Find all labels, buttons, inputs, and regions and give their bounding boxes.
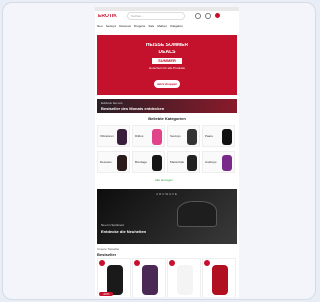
product-card[interactable] (167, 258, 201, 297)
category-label: Bondage (135, 160, 148, 164)
show-all-link[interactable]: Alle anzeigen (155, 179, 173, 182)
category-label: Sextoys (170, 134, 181, 138)
promo-kicker: Exklusiv bei uns (101, 102, 123, 105)
product-card[interactable] (132, 258, 166, 297)
banner-product-image (177, 201, 217, 227)
cart-icon[interactable] (215, 13, 220, 18)
hero-title: HEISSE SOMMER (145, 43, 189, 48)
coupon-code: SUMMER (152, 58, 182, 64)
category-tile[interactable]: Analtoys (202, 151, 235, 173)
category-tile[interactable]: Dildos (132, 125, 165, 147)
hero-cta-button[interactable]: Jetzt shoppen (154, 80, 180, 88)
search-input[interactable]: Suchen... (127, 12, 185, 20)
discount-badge: -20% (99, 292, 113, 296)
product-card[interactable]: -20% (97, 258, 131, 297)
nav-item[interactable]: Marken (157, 25, 167, 28)
category-image (222, 129, 232, 145)
category-tile[interactable]: Masturbator (167, 151, 200, 173)
bestseller-title: Bestseller (97, 253, 117, 257)
product-image (107, 265, 123, 295)
hero-title-line2: DEALS (158, 50, 176, 55)
category-tile[interactable]: Bondage (132, 151, 165, 173)
category-label: Dildos (135, 134, 144, 138)
brand-banner[interactable]: ARCWAVE Neu im Sortiment Entdecke die Ne… (97, 189, 237, 244)
product-image (212, 265, 228, 295)
category-image (152, 129, 162, 145)
nav-item[interactable]: Dessous (119, 25, 131, 28)
category-label: Vibratoren (100, 134, 114, 138)
nav-item[interactable]: Ratgeber (170, 25, 182, 28)
banner-brand: ARCWAVE (156, 193, 178, 196)
favorite-icon[interactable] (169, 260, 175, 266)
banner-kicker: Neu im Sortiment (101, 224, 125, 227)
promo-strip[interactable]: Exklusiv bei uns Bestseller des Monats e… (97, 99, 237, 113)
hero-banner[interactable]: HEISSE SOMMER DEALS SUMMER Gutschein für… (97, 35, 237, 95)
banner-headline: Entdecke die Neuheiten (101, 230, 147, 234)
category-image (117, 129, 127, 145)
category-label: Analtoys (205, 160, 217, 164)
nav-item[interactable]: Drogerie (134, 25, 146, 28)
favorite-icon[interactable] (204, 260, 210, 266)
category-image (187, 129, 197, 145)
category-tile[interactable]: Vibratoren (97, 125, 130, 147)
category-tile[interactable]: Dessous (97, 151, 130, 173)
category-label: Dessous (100, 160, 112, 164)
category-tile[interactable]: Sextoys (167, 125, 200, 147)
favorite-icon[interactable] (134, 260, 140, 266)
header-icons (195, 13, 220, 19)
category-label: Masturbator (170, 160, 184, 164)
category-image (152, 155, 162, 171)
nav-item[interactable]: Sextoys (106, 25, 117, 28)
bestseller-label: Unsere Topseller (97, 248, 120, 251)
site-logo[interactable]: EROTIK (98, 14, 117, 19)
nav-item[interactable]: Sale (148, 25, 154, 28)
webpage: EROTIK Suchen... Neu Sextoys Dessous Dro… (95, 7, 239, 297)
favorite-icon[interactable] (99, 260, 105, 266)
hero-subtitle: Gutschein für alle Produkte (148, 67, 186, 70)
product-card[interactable] (202, 258, 236, 297)
promo-headline: Bestseller des Monats entdecken (101, 107, 165, 111)
heart-icon[interactable] (205, 13, 211, 19)
product-image (142, 265, 158, 295)
product-image (177, 265, 193, 295)
top-info-bar (95, 7, 239, 11)
nav-item[interactable]: Neu (97, 25, 103, 28)
categories-title: Beliebte Kategorien (148, 117, 186, 121)
user-icon[interactable] (195, 13, 201, 19)
main-navigation: Neu Sextoys Dessous Drogerie Sale Marken… (97, 25, 237, 28)
category-label: Paare (205, 134, 214, 138)
category-tile[interactable]: Paare (202, 125, 235, 147)
category-image (117, 155, 127, 171)
category-image (187, 155, 197, 171)
category-image (222, 155, 232, 171)
